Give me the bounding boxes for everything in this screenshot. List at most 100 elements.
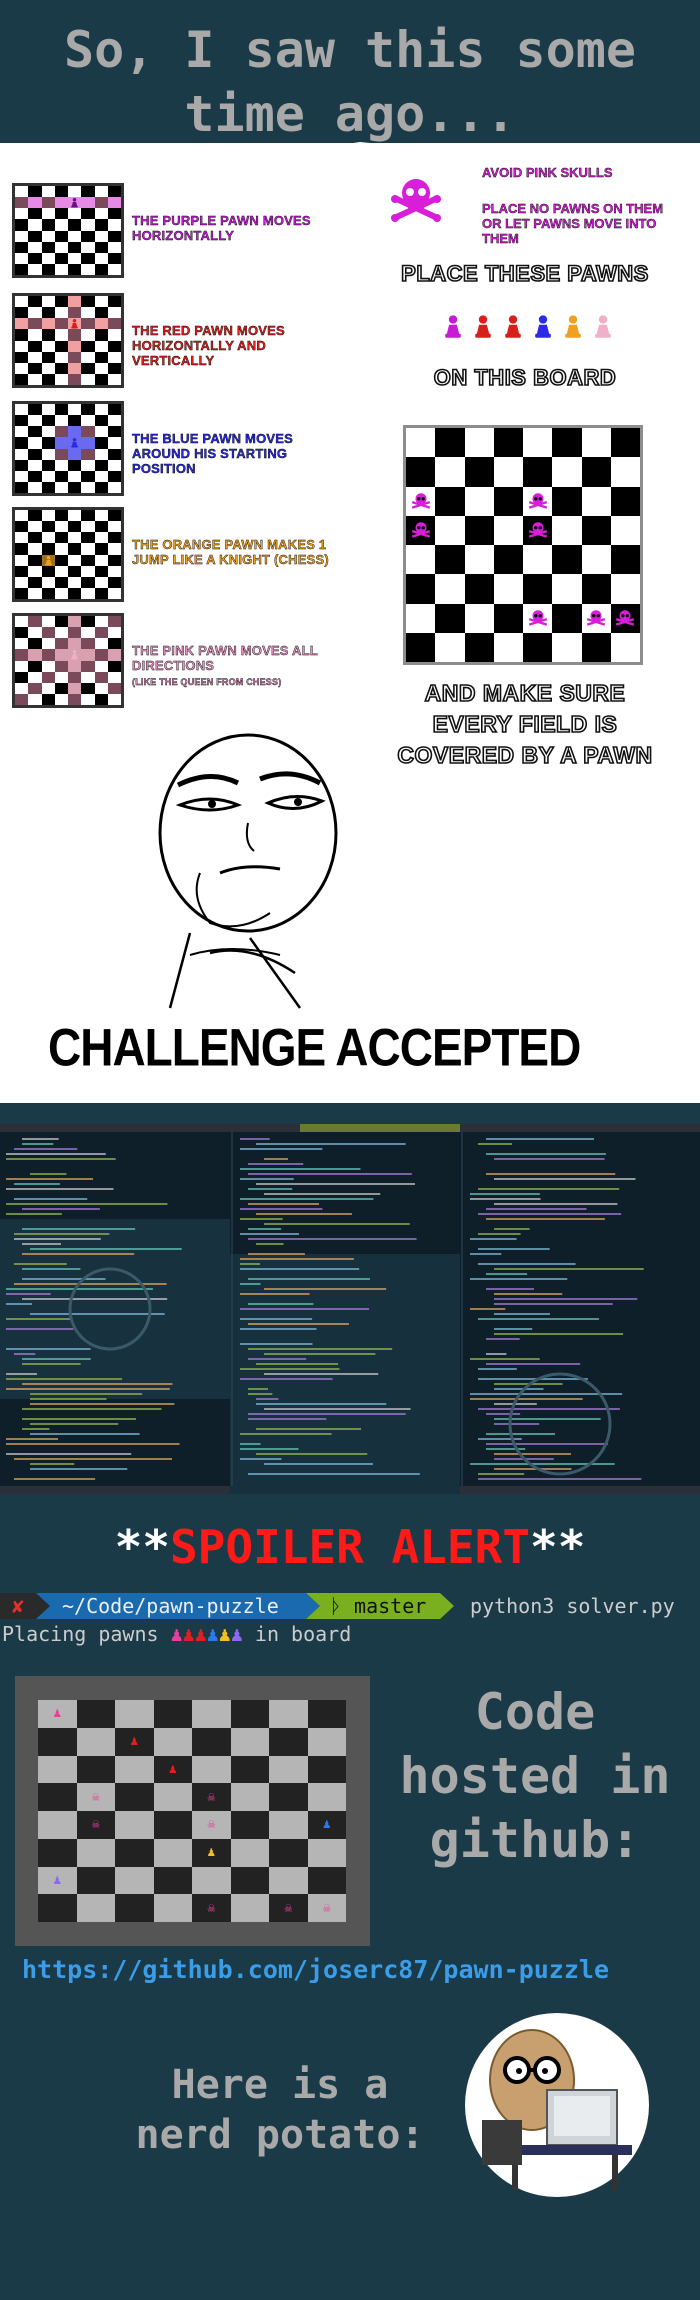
board-square: [610, 457, 640, 487]
legend-square: [54, 351, 68, 363]
legend-square: [28, 362, 42, 374]
legend-square: [68, 587, 82, 599]
solution-square: [38, 1811, 77, 1839]
solution-square: [269, 1811, 308, 1839]
code-line: [240, 1138, 270, 1140]
code-line: [14, 1233, 110, 1235]
legend-square: [107, 241, 121, 253]
legend-square: [41, 437, 55, 449]
solution-square: [38, 1783, 77, 1811]
legend-text: THE RED PAWN MOVES HORIZONTALLY AND VERT…: [132, 323, 285, 368]
code-line: [14, 1238, 101, 1240]
board-square: [435, 486, 465, 516]
solution-square: [38, 1727, 77, 1756]
solution-square: [230, 1783, 269, 1811]
code-line: [264, 1158, 288, 1160]
legend-board: [12, 183, 124, 278]
legend-square: [41, 373, 55, 385]
spoiler-alert-heading: **SPOILER ALERT**: [0, 1520, 700, 1574]
legend-square: [28, 616, 42, 628]
legend-square: [15, 576, 29, 588]
legend-square: [107, 252, 121, 264]
legend-square: [28, 263, 42, 275]
legend-square: [28, 230, 42, 242]
code-line: [6, 1318, 71, 1320]
legend-square: [81, 241, 95, 253]
legend-square: [68, 616, 82, 628]
board-square: [464, 632, 494, 662]
legend-row: THE PINK PAWN MOVES ALL DIRECTIONS (LIKE …: [12, 613, 352, 713]
board-square: [581, 486, 611, 516]
legend-square: [15, 230, 29, 242]
legend-square: [28, 693, 42, 705]
legend-square: [54, 649, 68, 661]
torn-edge-top: [0, 142, 700, 158]
code-line: [22, 1408, 162, 1410]
code-line: [6, 1203, 168, 1205]
board-square: [406, 632, 436, 662]
placing-before: Placing pawns: [2, 1622, 159, 1646]
code-line: [14, 1198, 88, 1200]
solution-square: [76, 1700, 115, 1728]
code-line: [6, 1373, 37, 1375]
legend-square: [54, 470, 68, 482]
solution-square: [76, 1838, 115, 1867]
board-square: [406, 574, 436, 604]
legend-square: [68, 373, 82, 385]
board-square: [552, 574, 582, 604]
legend-square: [54, 459, 68, 471]
legend-square: [41, 532, 55, 544]
skull-square: ☠: [76, 1783, 115, 1811]
code-line: [470, 1398, 583, 1400]
potato-text: Here is a nerd potato:: [135, 2062, 425, 2158]
legend-square: [68, 340, 82, 352]
code-line: [478, 1263, 576, 1265]
legend-square: [81, 437, 95, 449]
code-line: [478, 1318, 599, 1320]
legend-square: [28, 241, 42, 253]
legend-square: [68, 459, 82, 471]
code-line: [240, 1268, 360, 1270]
legend-square: [107, 470, 121, 482]
legend-square: [81, 186, 95, 198]
legend-square: [54, 532, 68, 544]
solution-square: [269, 1755, 308, 1784]
legend-square: [54, 329, 68, 341]
code-line: [22, 1228, 136, 1230]
code-line: [248, 1358, 307, 1360]
board-square: [435, 457, 465, 487]
legend-square: [81, 576, 95, 588]
board-square: [464, 457, 494, 487]
legend-square: [81, 415, 95, 427]
legend-square: [81, 510, 95, 522]
code-line: [240, 1198, 374, 1200]
legend-square: [94, 426, 108, 438]
legend-square: [28, 448, 42, 460]
legend-square: [94, 671, 108, 683]
board-square: [435, 428, 465, 458]
legend-square: [28, 576, 42, 588]
legend-board: [12, 293, 124, 388]
code-line: [494, 1268, 644, 1270]
legend-square: [15, 263, 29, 275]
solution-square: [230, 1894, 269, 1922]
legend-square: [28, 587, 42, 599]
github-link[interactable]: https://github.com/joserc87/pawn-puzzle: [22, 1955, 609, 1984]
legend-square: [81, 448, 95, 460]
legend-square: [41, 638, 55, 650]
legend-square: [54, 565, 68, 577]
legend-square: [54, 554, 68, 566]
legend-square: [94, 373, 108, 385]
board-square: [552, 603, 582, 633]
legend-row: THE PURPLE PAWN MOVES HORIZONTALLY: [12, 183, 352, 283]
legend-square: [81, 318, 95, 330]
legend-square: [107, 307, 121, 319]
legend-square: [81, 627, 95, 639]
pawn-icon: [590, 313, 616, 347]
legend-square: [68, 649, 82, 661]
legend-square: [94, 197, 108, 209]
pawn-icon: ♟: [206, 1622, 219, 1646]
legend-square: [68, 186, 82, 198]
pawn-square: ♟: [115, 1727, 154, 1756]
code-line: [240, 1293, 310, 1295]
